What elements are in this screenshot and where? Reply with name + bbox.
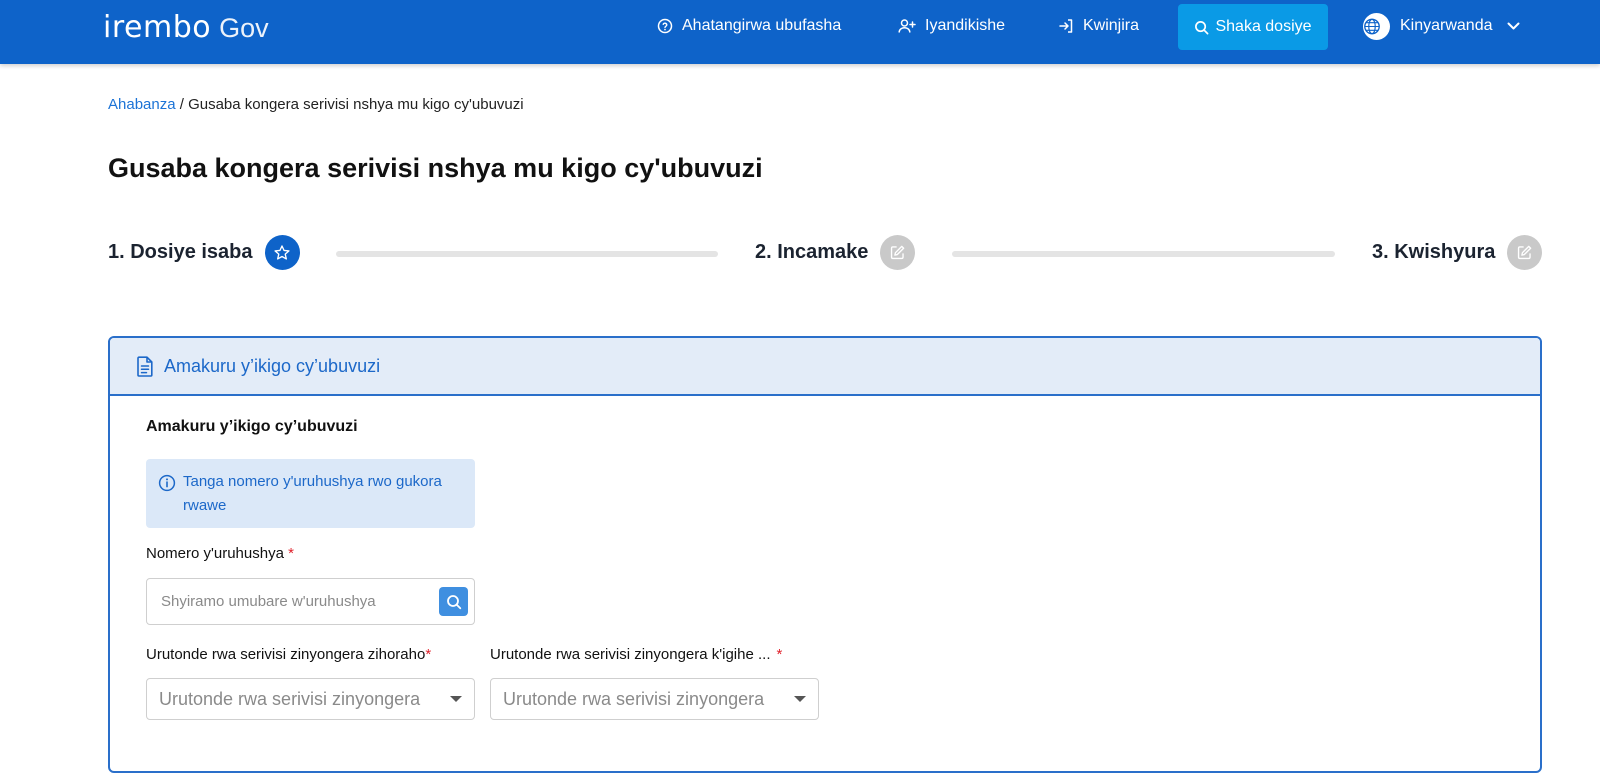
language-selector[interactable]: Kinyarwanda (1363, 0, 1529, 52)
section-title: Amakuru y’ikigo cy’ubuvuzi (146, 418, 358, 435)
nav-help-label: Ahatangirwa ubufasha (682, 17, 842, 34)
search-icon (446, 594, 461, 609)
breadcrumb-separator: / (175, 96, 189, 113)
info-icon (158, 474, 176, 492)
card-title: Amakuru y’ikigo cy’ubuvuzi (164, 355, 381, 376)
edit-icon (1507, 235, 1543, 270)
step-summary: 2. Incamake (755, 235, 916, 270)
license-number-field (146, 578, 475, 625)
stepper-connector (952, 251, 1335, 257)
login-icon (1059, 19, 1073, 33)
nav-register-link[interactable]: Iyandikishe (898, 0, 1005, 52)
breadcrumb-home-link[interactable]: Ahabanza (108, 96, 176, 113)
license-number-label: Nomero y'uruhushya * (146, 545, 294, 562)
step-application: 1. Dosiye isaba (108, 235, 300, 270)
card-header: Amakuru y’ikigo cy’ubuvuzi (110, 338, 1540, 396)
breadcrumb-current: Gusaba kongera serivisi nshya mu kigo cy… (188, 96, 524, 113)
license-search-button[interactable] (439, 587, 468, 616)
globe-icon (1363, 12, 1390, 40)
language-label: Kinyarwanda (1400, 17, 1493, 34)
temporary-services-select[interactable]: Urutonde rwa serivisi zinyongera (490, 678, 819, 720)
logo-suffix: Gov (219, 13, 269, 43)
search-icon (1195, 20, 1209, 34)
license-number-label-text: Nomero y'uruhushya (146, 545, 284, 562)
irembo-gov-logo[interactable]: irembo Gov (103, 10, 269, 50)
step-1-label: 1. Dosiye isaba (108, 241, 253, 263)
page-title: Gusaba kongera serivisi nshya mu kigo cy… (108, 153, 763, 183)
temporary-services-label: Urutonde rwa serivisi zinyongera k'igihe… (490, 646, 782, 663)
temporary-services-label-text: Urutonde rwa serivisi zinyongera k'igihe… (490, 646, 771, 663)
permanent-services-select[interactable]: Urutonde rwa serivisi zinyongera (146, 678, 475, 720)
step-3-label: 3. Kwishyura (1372, 241, 1496, 263)
nav-login-label: Kwinjira (1083, 17, 1140, 34)
required-marker: * (425, 646, 432, 663)
nav-login-link[interactable]: Kwinjira (1058, 0, 1139, 52)
chevron-down-icon (1507, 22, 1519, 29)
info-message: Tanga nomero y'uruhushya rwo gukora rwaw… (146, 459, 475, 528)
star-icon (264, 235, 300, 270)
facility-info-card: Amakuru y’ikigo cy’ubuvuzi Amakuru y’iki… (108, 336, 1542, 773)
license-number-input[interactable] (147, 579, 439, 624)
top-navigation-bar: irembo Gov Ahatangirwa ubufasha Iyandiki… (0, 0, 1600, 64)
info-text: Tanga nomero y'uruhushya rwo gukora rwaw… (183, 473, 442, 514)
document-icon (137, 355, 153, 377)
stepper-connector (336, 251, 718, 257)
add-user-icon (898, 19, 916, 33)
nav-help-link[interactable]: Ahatangirwa ubufasha (657, 0, 841, 52)
help-icon (657, 18, 673, 34)
edit-icon (880, 235, 916, 270)
step-payment: 3. Kwishyura (1372, 235, 1543, 270)
permanent-services-select-value: Urutonde rwa serivisi zinyongera (159, 688, 421, 709)
breadcrumb: Ahabanza / Gusaba kongera serivisi nshya… (108, 96, 524, 113)
find-application-button[interactable]: Shaka dosiye (1178, 4, 1328, 50)
dropdown-caret-icon (794, 696, 806, 702)
dropdown-caret-icon (450, 696, 462, 702)
permanent-services-label-text: Urutonde rwa serivisi zinyongera zihorah… (146, 646, 426, 663)
find-application-label: Shaka dosiye (1215, 18, 1312, 35)
required-marker: * (776, 646, 783, 663)
required-marker: * (288, 545, 294, 562)
permanent-services-label: Urutonde rwa serivisi zinyongera zihorah… (146, 646, 431, 663)
step-2-label: 2. Incamake (755, 241, 869, 263)
temporary-services-select-value: Urutonde rwa serivisi zinyongera (503, 688, 765, 709)
nav-register-label: Iyandikishe (925, 17, 1006, 34)
logo-brand: irembo (103, 10, 212, 45)
